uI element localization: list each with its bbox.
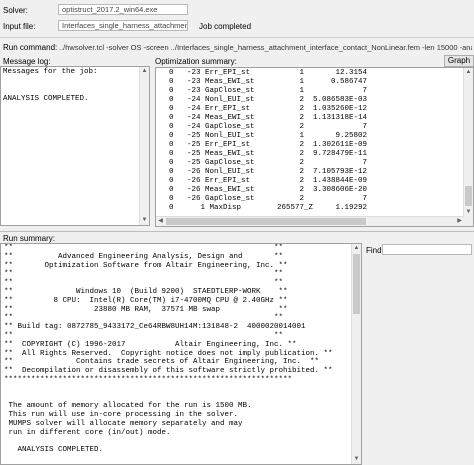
message-log-title: Message log:	[3, 57, 51, 66]
run-command-label: Run command:	[3, 43, 58, 52]
run-summary-scroll-thumb[interactable]	[353, 254, 360, 314]
run-summary-title: Run summary:	[3, 234, 56, 243]
run-summary-pane[interactable]: ** ** ** Advanced Engineering Analysis, …	[0, 243, 362, 465]
scroll-down-icon[interactable]: ▼	[140, 216, 149, 225]
find-input[interactable]	[382, 244, 472, 255]
optimization-summary-pane[interactable]: 0 -23 Err_EPI_st 1 12.3154 0 -23 Meas_EW…	[155, 67, 474, 227]
graph-button[interactable]: Graph	[444, 55, 474, 67]
input-file-label: Input file:	[3, 22, 36, 31]
scroll-left-icon[interactable]: ◀	[156, 217, 165, 226]
optimization-scroll-thumb[interactable]	[465, 186, 472, 206]
run-summary-text: ** ** ** Advanced Engineering Analysis, …	[4, 244, 333, 455]
job-status: Job completed	[199, 22, 252, 31]
scroll-up-icon[interactable]: ▲	[140, 67, 149, 76]
scroll-down-icon[interactable]: ▼	[352, 455, 361, 464]
scroll-up-icon[interactable]: ▲	[464, 68, 473, 77]
scroll-down-icon[interactable]: ▼	[464, 208, 473, 217]
optimization-summary-title: Optimization summary:	[155, 57, 237, 66]
pane-splitter[interactable]	[0, 231, 474, 232]
message-log-text: Messages for the job: ANALYSIS COMPLETED…	[3, 68, 98, 103]
message-log-pane[interactable]: Messages for the job: ANALYSIS COMPLETED…	[0, 66, 150, 226]
message-log-scrollbar[interactable]: ▲ ▼	[139, 67, 149, 225]
solver-field[interactable]: optistruct_2017.2_win64.exe	[58, 4, 188, 15]
optimization-hscrollbar[interactable]: ◀ ▶	[156, 216, 464, 226]
input-file-field[interactable]: Interfaces_single_harness_attachment_int…	[58, 20, 188, 31]
run-summary-scrollbar[interactable]: ▲ ▼	[351, 244, 361, 464]
scroll-right-icon[interactable]: ▶	[455, 217, 464, 226]
header-divider	[0, 37, 474, 38]
optimization-scrollbar[interactable]: ▲ ▼	[463, 68, 473, 226]
optimization-summary-text: 0 -23 Err_EPI_st 1 12.3154 0 -23 Meas_EW…	[169, 69, 368, 212]
run-command-value[interactable]: ../hwsolver.tcl -solver OS -screen ../In…	[59, 43, 472, 52]
optimization-hscroll-thumb[interactable]	[166, 218, 366, 225]
solver-label: Solver:	[3, 6, 28, 15]
scroll-up-icon[interactable]: ▲	[352, 244, 361, 253]
